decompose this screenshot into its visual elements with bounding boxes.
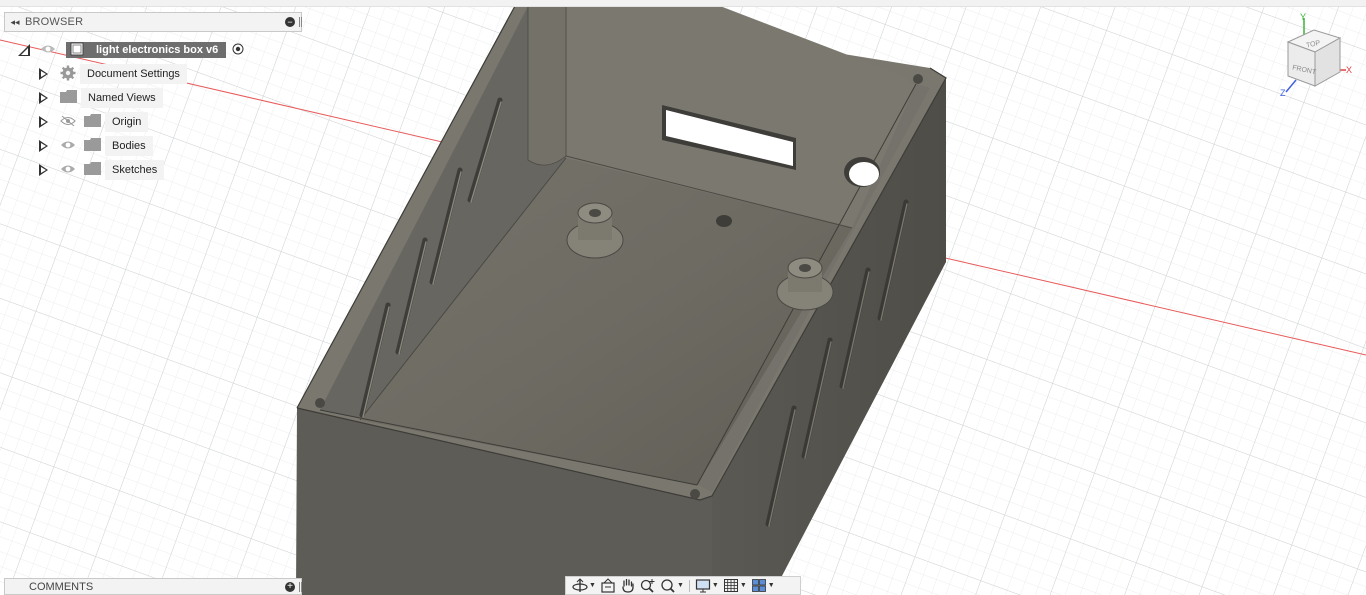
browser-item-named-views[interactable]: Named Views bbox=[38, 88, 163, 108]
grid-icon bbox=[723, 579, 738, 592]
panel-grip-icon[interactable] bbox=[299, 17, 302, 27]
expand-icon[interactable] bbox=[38, 91, 50, 105]
top-divider bbox=[0, 0, 1366, 7]
folder-icon bbox=[84, 162, 101, 178]
mount-hole bbox=[716, 215, 732, 227]
expand-icon[interactable] bbox=[38, 163, 50, 177]
screw-hole bbox=[315, 398, 325, 408]
screw-hole bbox=[690, 489, 700, 499]
y-axis-label: Y bbox=[1300, 12, 1306, 22]
dropdown-caret-icon[interactable]: ▼ bbox=[677, 582, 684, 589]
browser-item-label[interactable]: Origin bbox=[105, 112, 149, 132]
display-settings-icon bbox=[695, 579, 710, 593]
toolbar-separator bbox=[688, 579, 690, 592]
gear-icon bbox=[60, 65, 76, 84]
viewports-button[interactable]: ▼ bbox=[751, 578, 775, 593]
browser-item-label[interactable]: Bodies bbox=[105, 136, 153, 156]
component-icon bbox=[70, 42, 84, 59]
browser-item-document-settings[interactable]: Document Settings bbox=[38, 64, 187, 84]
browser-item-bodies[interactable]: Bodies bbox=[38, 136, 153, 156]
eye-icon[interactable] bbox=[40, 44, 56, 57]
pan-icon bbox=[622, 578, 634, 593]
collapse-root-icon[interactable] bbox=[18, 44, 30, 56]
dropdown-caret-icon[interactable]: ▼ bbox=[740, 582, 747, 589]
expand-icon[interactable] bbox=[38, 115, 50, 129]
look-at-icon bbox=[601, 578, 615, 593]
dropdown-caret-icon[interactable]: ▼ bbox=[589, 582, 596, 589]
fit-icon bbox=[661, 579, 675, 593]
browser-title: BROWSER bbox=[25, 16, 84, 28]
viewports-icon bbox=[751, 579, 766, 592]
browser-item-sketches[interactable]: Sketches bbox=[38, 160, 165, 180]
pan-button[interactable] bbox=[620, 578, 636, 593]
root-component-label[interactable]: light electronics box v6 bbox=[88, 42, 227, 58]
orbit-button[interactable]: ▼ bbox=[572, 578, 596, 593]
folder-icon bbox=[84, 138, 101, 154]
z-axis-label: Z bbox=[1280, 88, 1286, 98]
comments-title: COMMENTS bbox=[29, 580, 94, 593]
panel-grip-icon[interactable] bbox=[299, 582, 302, 592]
canvas-viewport[interactable]: TOP FRONT X Y Z bbox=[0, 0, 1366, 595]
zoom-button[interactable] bbox=[640, 578, 656, 593]
folder-icon bbox=[84, 114, 101, 130]
eye-hidden-icon[interactable] bbox=[60, 115, 76, 129]
expand-icon[interactable] bbox=[38, 139, 50, 153]
navigation-toolbar: ▼ ▼ ▼ ▼ ▼ bbox=[565, 576, 801, 595]
screw-hole bbox=[913, 74, 923, 84]
folder-icon bbox=[60, 90, 77, 106]
zoom-icon bbox=[640, 579, 655, 593]
dropdown-caret-icon[interactable]: ▼ bbox=[768, 582, 775, 589]
browser-item-label[interactable]: Named Views bbox=[81, 88, 163, 108]
x-axis-label: X bbox=[1346, 65, 1352, 75]
activate-radio-icon[interactable] bbox=[232, 43, 244, 58]
dropdown-caret-icon[interactable]: ▼ bbox=[712, 582, 719, 589]
eye-icon[interactable] bbox=[60, 164, 76, 177]
eye-icon[interactable] bbox=[60, 140, 76, 153]
collapse-panel-icon[interactable]: ◂◂ bbox=[5, 17, 25, 28]
browser-panel-header[interactable]: ◂◂ BROWSER − bbox=[4, 12, 302, 32]
expand-icon[interactable] bbox=[38, 67, 50, 81]
fit-button[interactable]: ▼ bbox=[660, 578, 684, 593]
orbit-icon bbox=[572, 578, 588, 592]
grid-settings-button[interactable]: ▼ bbox=[723, 578, 747, 593]
browser-item-label[interactable]: Document Settings bbox=[80, 64, 187, 84]
browser-item-label[interactable]: Sketches bbox=[105, 160, 165, 180]
comments-panel-header[interactable]: COMMENTS + bbox=[4, 578, 302, 595]
look-at-button[interactable] bbox=[600, 578, 616, 593]
display-settings-button[interactable]: ▼ bbox=[695, 578, 719, 593]
browser-item-origin[interactable]: Origin bbox=[38, 112, 149, 132]
browser-root-row[interactable]: light electronics box v6 bbox=[18, 40, 244, 60]
add-comment-icon[interactable]: + bbox=[285, 581, 295, 592]
minimize-icon[interactable]: − bbox=[285, 17, 295, 27]
